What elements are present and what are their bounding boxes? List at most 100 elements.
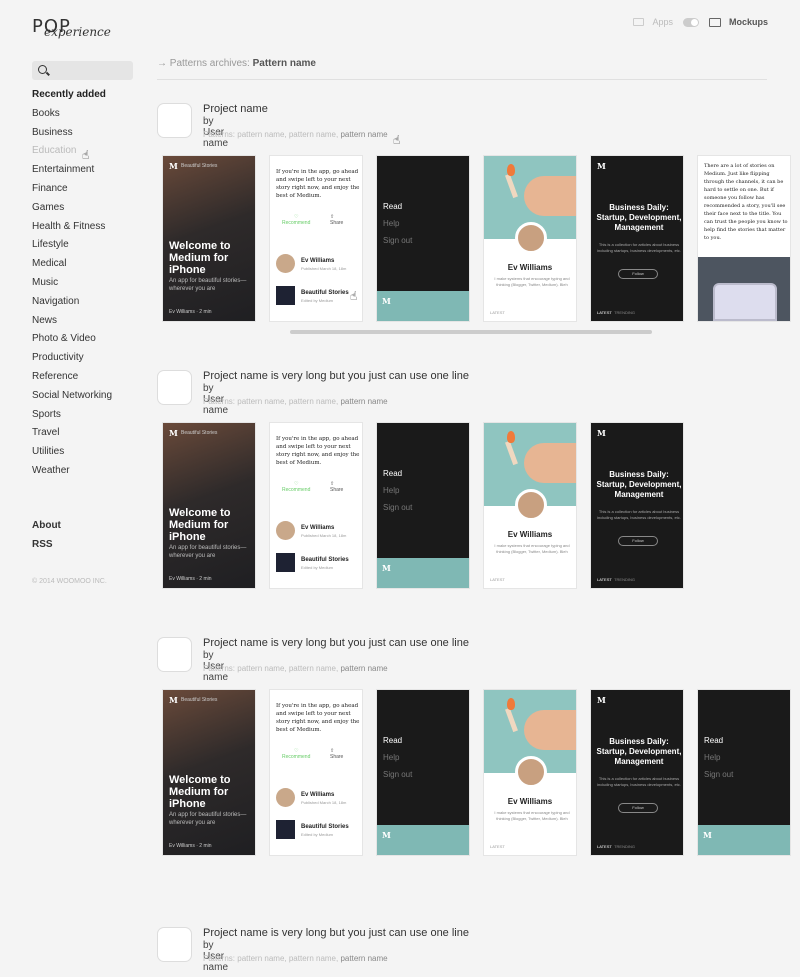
patterns-label: Patterns: <box>203 397 236 406</box>
patterns-label: Patterns: <box>203 130 236 139</box>
sidebar-item-entertainment[interactable]: Entertainment <box>32 164 112 183</box>
pattern-link[interactable]: pattern name <box>340 397 387 406</box>
medium-logo: M <box>169 161 178 171</box>
screenshot-profile[interactable]: Ev Williams I make systems that encourag… <box>483 689 577 856</box>
screenshot-text[interactable]: There are a lot of stories on Medium. Ju… <box>697 155 791 322</box>
sidebar-item-medical[interactable]: Medical <box>32 258 112 277</box>
pattern-link[interactable]: pattern name <box>340 130 387 139</box>
tabs-label: LATEST TRENDING <box>597 310 635 315</box>
app-icon[interactable] <box>157 103 192 138</box>
app-icon[interactable] <box>157 927 192 962</box>
logo-script: experience <box>44 25 111 39</box>
pattern-link[interactable]: pattern name <box>340 954 387 963</box>
brand-text: Beautiful Stories <box>181 697 218 703</box>
sidebar-item-recently-added[interactable]: Recently added <box>32 89 112 108</box>
pattern-link[interactable]: pattern name, <box>289 664 338 673</box>
app-icon[interactable] <box>157 637 192 672</box>
menu-read: Read <box>704 736 724 745</box>
sidebar-item-sports[interactable]: Sports <box>32 409 112 428</box>
image-strip: M <box>377 825 469 855</box>
screenshot-business[interactable]: M Business Daily: Startup, Development, … <box>590 689 684 856</box>
screen-subtitle: An app for beautiful stories—wherever yo… <box>169 278 247 292</box>
pattern-link[interactable]: pattern name <box>340 664 387 673</box>
view-toggle[interactable] <box>682 17 699 27</box>
screenshot-business[interactable]: M Business Daily: Startup, Development, … <box>590 422 684 589</box>
image-strip: M <box>698 825 790 855</box>
publish-date: Published March 18, 18m <box>301 800 347 805</box>
search-input[interactable] <box>32 61 133 80</box>
app-icon[interactable] <box>157 370 192 405</box>
project-title[interactable]: Project name is very long but you just c… <box>203 637 469 649</box>
screenshot-welcome[interactable]: M Beautiful Stories Welcome to Medium fo… <box>162 155 256 322</box>
screenshot-business[interactable]: M Business Daily: Startup, Development, … <box>590 155 684 322</box>
project-title[interactable]: Project name is very long but you just c… <box>203 927 469 939</box>
profile-bio: I make systems that encourage typing and… <box>494 810 570 821</box>
sidebar-item-music[interactable]: Music <box>32 277 112 296</box>
thumbnail <box>276 553 295 572</box>
medium-logo: M <box>382 830 391 840</box>
sidebar-item-travel[interactable]: Travel <box>32 427 112 446</box>
copyright: © 2014 WOOMOO INC. <box>32 578 107 585</box>
apps-label[interactable]: Apps <box>652 17 673 27</box>
screenshot-menu[interactable]: Read Help Sign out M <box>376 422 470 589</box>
avatar <box>515 489 547 521</box>
project-title[interactable]: Project name <box>203 103 268 115</box>
story-editor: Edited by Medium <box>301 298 334 303</box>
article-text: If you're in the app, go ahead and swipe… <box>276 436 360 466</box>
story-text: There are a lot of stories on Medium. Ju… <box>704 163 788 241</box>
sidebar-item-navigation[interactable]: Navigation <box>32 296 112 315</box>
share-label: ⇧ Share <box>330 214 344 226</box>
story-row: Beautiful Stories Edited by Medium <box>276 286 360 306</box>
sidebar-item-finance[interactable]: Finance <box>32 183 112 202</box>
sidebar-item-business[interactable]: Business <box>32 127 112 146</box>
screenshot-article[interactable]: If you're in the app, go ahead and swipe… <box>269 422 363 589</box>
screenshot-profile[interactable]: Ev Williams I make systems that encourag… <box>483 155 577 322</box>
menu-signout: Sign out <box>383 770 413 779</box>
sidebar-item-news[interactable]: News <box>32 315 112 334</box>
sidebar-item-weather[interactable]: Weather <box>32 465 112 484</box>
sidebar-item-reference[interactable]: Reference <box>32 371 112 390</box>
screenshot-menu[interactable]: Read Help Sign out M <box>376 689 470 856</box>
menu-help: Help <box>383 486 400 495</box>
screenshot-article[interactable]: If you're in the app, go ahead and swipe… <box>269 689 363 856</box>
pattern-link[interactable]: pattern name, <box>237 397 286 406</box>
screenshot-menu[interactable]: Read Help Sign out M <box>376 155 470 322</box>
rss-link[interactable]: RSS <box>32 539 61 558</box>
sidebar-item-lifestyle[interactable]: Lifestyle <box>32 239 112 258</box>
mockups-label[interactable]: Mockups <box>729 17 768 27</box>
image-strip: M <box>377 558 469 588</box>
screenshot-profile[interactable]: Ev Williams I make systems that encourag… <box>483 422 577 589</box>
logo[interactable]: POP experience <box>32 16 111 40</box>
pattern-link[interactable]: pattern name, <box>289 130 338 139</box>
sidebar-item-photo-video[interactable]: Photo & Video <box>32 333 112 352</box>
pattern-link[interactable]: pattern name, <box>289 397 338 406</box>
screen-author: Ev Williams · 2 min <box>169 309 212 315</box>
sidebar-item-books[interactable]: Books <box>32 108 112 127</box>
screenshot-welcome[interactable]: M Beautiful Stories Welcome to Medium fo… <box>162 422 256 589</box>
breadcrumb: → Patterns archives: Pattern name <box>157 58 316 69</box>
story-row: Beautiful Stories Edited by Medium <box>276 820 360 840</box>
menu-signout: Sign out <box>383 503 413 512</box>
author-name: Ev Williams <box>301 792 335 798</box>
profile-bio: I make systems that encourage typing and… <box>494 543 570 554</box>
pattern-link[interactable]: pattern name, <box>289 954 338 963</box>
sidebar-item-games[interactable]: Games <box>32 202 112 221</box>
sidebar-item-education[interactable]: Education <box>32 145 112 164</box>
pattern-link[interactable]: pattern name, <box>237 954 286 963</box>
about-link[interactable]: About <box>32 520 61 539</box>
pattern-link[interactable]: pattern name, <box>237 130 286 139</box>
view-switcher: Apps Mockups <box>633 17 768 27</box>
pattern-link[interactable]: pattern name, <box>237 664 286 673</box>
sidebar-item-health-fitness[interactable]: Health & Fitness <box>32 221 112 240</box>
sidebar-item-utilities[interactable]: Utilities <box>32 446 112 465</box>
screenshot-menu[interactable]: Read Help Sign out M <box>697 689 791 856</box>
screenshot-article[interactable]: If you're in the app, go ahead and swipe… <box>269 155 363 322</box>
trending-tab: TRENDING <box>614 310 635 315</box>
screenshot-strip: M Beautiful Stories Welcome to Medium fo… <box>162 689 800 857</box>
horizontal-scrollbar[interactable] <box>290 330 652 334</box>
screenshot-welcome[interactable]: M Beautiful Stories Welcome to Medium fo… <box>162 689 256 856</box>
sidebar-item-social-networking[interactable]: Social Networking <box>32 390 112 409</box>
sidebar-item-productivity[interactable]: Productivity <box>32 352 112 371</box>
project-title[interactable]: Project name is very long but you just c… <box>203 370 469 382</box>
profile-name: Ev Williams <box>507 797 553 806</box>
